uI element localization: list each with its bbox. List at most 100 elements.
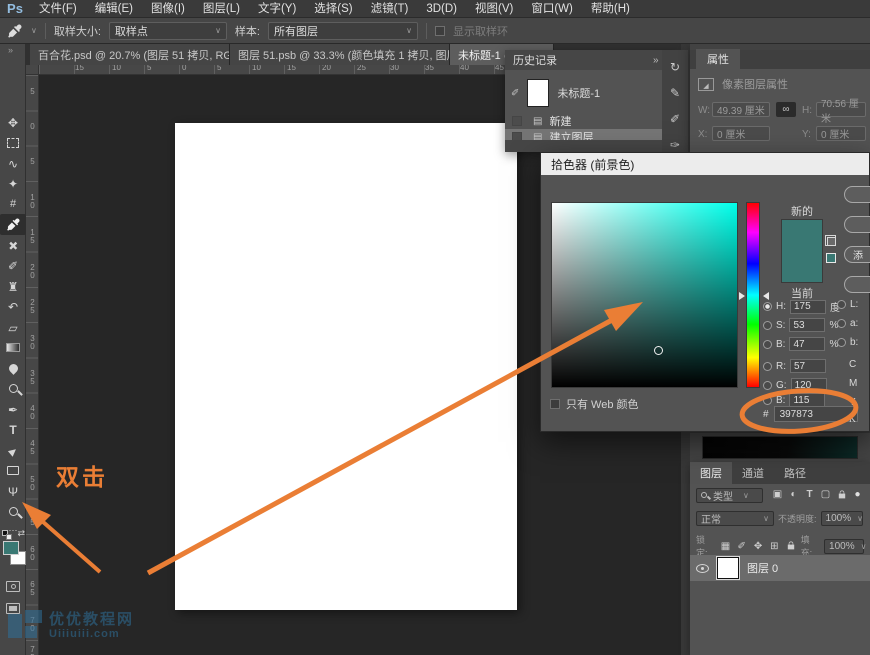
hand-tool[interactable]: Ψ: [0, 481, 26, 502]
pen-tool[interactable]: ✒: [0, 399, 26, 420]
sample-dropdown[interactable]: 所有图层 ∨: [268, 22, 418, 40]
g-radio[interactable]: [763, 381, 772, 390]
menu-window[interactable]: 窗口(W): [522, 0, 582, 18]
history-tab[interactable]: 历史记录: [513, 52, 557, 68]
filter-shape-layers-icon[interactable]: ▢: [819, 489, 832, 502]
tab-layers[interactable]: 图层: [690, 462, 732, 484]
lock-artboard-icon[interactable]: ⊞: [768, 541, 780, 552]
x-field[interactable]: 0 厘米: [712, 126, 770, 141]
add-to-swatches-button[interactable]: 添: [844, 246, 870, 263]
menu-type[interactable]: 文字(Y): [249, 0, 305, 18]
foreground-color-swatch[interactable]: [3, 541, 19, 555]
h-radio[interactable]: [763, 302, 772, 311]
color-field-marker[interactable]: [654, 346, 663, 355]
fill-field[interactable]: 100% ∨: [824, 539, 864, 554]
filter-pixel-layers-icon[interactable]: ▣: [771, 489, 784, 502]
history-source-checkbox[interactable]: [512, 116, 522, 126]
menu-image[interactable]: 图像(I): [142, 0, 194, 18]
move-tool[interactable]: ✥: [0, 112, 26, 133]
r-value-field[interactable]: 57: [790, 359, 826, 373]
cancel-button[interactable]: [844, 216, 870, 233]
r-radio[interactable]: [763, 362, 772, 371]
notes-dock-icon[interactable]: ✎: [670, 86, 680, 100]
blur-tool[interactable]: [0, 358, 26, 379]
document-tab-1[interactable]: 百合花.psd @ 20.7% (图层 51 拷贝, RGB/8... ×: [30, 44, 230, 65]
saturation-brightness-field[interactable]: [551, 202, 738, 388]
history-dock-icon[interactable]: ↻: [670, 60, 680, 74]
hue-slider[interactable]: [746, 202, 760, 388]
menu-file[interactable]: 文件(F): [30, 0, 86, 18]
tab-paths[interactable]: 路径: [774, 462, 816, 484]
s-radio[interactable]: [763, 321, 772, 330]
hue-slider-left-arrow-icon[interactable]: [739, 292, 745, 300]
b-value-field[interactable]: 47: [789, 337, 825, 351]
menu-view[interactable]: 视图(V): [466, 0, 522, 18]
healing-brush-tool[interactable]: ✚: [0, 235, 26, 256]
clone-stamp-tool[interactable]: ♜: [0, 276, 26, 297]
layer-row-0[interactable]: 图层 0: [690, 555, 870, 581]
link-dimensions-icon[interactable]: ∞: [776, 102, 796, 117]
marquee-tool[interactable]: [0, 132, 26, 153]
document-tab-2[interactable]: 图层 51.psb @ 33.3% (颜色填充 1 拷贝, 图层... ×: [230, 44, 450, 65]
layer-visibility-eye-icon[interactable]: [696, 564, 709, 573]
blue-radio[interactable]: [763, 396, 772, 405]
magic-wand-tool[interactable]: ✦: [0, 173, 26, 194]
document-canvas[interactable]: [175, 123, 517, 610]
y-field[interactable]: 0 厘米: [816, 126, 866, 141]
a-radio[interactable]: [837, 319, 846, 328]
filter-smart-objects-icon[interactable]: [835, 489, 848, 502]
menu-layer[interactable]: 图层(L): [194, 0, 249, 18]
web-only-checkbox[interactable]: [550, 399, 560, 409]
history-brush-tool[interactable]: ↶: [0, 296, 26, 317]
lock-all-icon[interactable]: [784, 540, 796, 553]
history-snapshot-row[interactable]: ✐ 未标题-1: [505, 74, 681, 112]
sample-size-dropdown[interactable]: 取样点 ∨: [109, 22, 227, 40]
layer-thumbnail[interactable]: [717, 557, 739, 579]
menu-help[interactable]: 帮助(H): [582, 0, 639, 18]
blue-value-field[interactable]: 115: [789, 393, 825, 407]
show-sampling-ring-checkbox[interactable]: [435, 26, 445, 36]
history-state-new[interactable]: ▤ 新建: [505, 113, 681, 129]
brushes-dock-icon[interactable]: ✐: [670, 112, 680, 126]
color-libraries-button[interactable]: [844, 276, 870, 293]
lab-b-radio[interactable]: [837, 338, 846, 347]
current-color-swatch[interactable]: [782, 251, 822, 282]
shape-tool[interactable]: [0, 460, 26, 481]
quick-mask-icon[interactable]: [6, 581, 20, 592]
ok-button[interactable]: [844, 186, 870, 203]
layer-filter-dropdown[interactable]: 类型 ∨: [696, 488, 763, 503]
brush-settings-dock-icon[interactable]: ✑: [670, 138, 680, 152]
crop-tool[interactable]: #: [0, 194, 26, 215]
g-value-field[interactable]: 120: [791, 378, 827, 392]
gradient-tool[interactable]: [0, 337, 26, 358]
eraser-tool[interactable]: ▱: [0, 317, 26, 338]
b-radio[interactable]: [763, 340, 772, 349]
tab-channels[interactable]: 通道: [732, 462, 774, 484]
type-tool[interactable]: T: [0, 419, 26, 440]
menu-select[interactable]: 选择(S): [305, 0, 361, 18]
menu-edit[interactable]: 编辑(E): [86, 0, 142, 18]
toolbar-collapse-icon[interactable]: »: [8, 45, 13, 55]
filter-adjustment-layers-icon[interactable]: ◐: [787, 489, 800, 502]
brush-tool[interactable]: ✐: [0, 255, 26, 276]
lasso-tool[interactable]: ∿: [0, 153, 26, 174]
width-field[interactable]: 49.39 厘米: [712, 102, 770, 117]
h-value-field[interactable]: 175: [790, 300, 826, 314]
hex-value-field[interactable]: 397873: [774, 406, 858, 422]
lock-paint-icon[interactable]: ✐: [736, 541, 748, 552]
lock-position-icon[interactable]: ✥: [752, 541, 764, 552]
zoom-tool[interactable]: [0, 501, 26, 522]
web-gamut-warning-cube-icon[interactable]: [827, 237, 836, 246]
height-field[interactable]: 70.56 厘米: [816, 102, 866, 117]
menu-3d[interactable]: 3D(D): [417, 0, 466, 18]
blend-mode-dropdown[interactable]: 正常 ∨: [696, 511, 774, 526]
dodge-tool[interactable]: [0, 378, 26, 399]
s-value-field[interactable]: 53: [789, 318, 825, 332]
filter-type-layers-icon[interactable]: T: [803, 489, 816, 502]
l-radio[interactable]: [837, 300, 846, 309]
opacity-field[interactable]: 100% ∨: [821, 511, 863, 526]
properties-tab[interactable]: 属性: [696, 49, 740, 69]
web-safe-color-swatch[interactable]: [826, 253, 836, 263]
swap-colors-icon[interactable]: ⇄: [17, 528, 25, 539]
panel-expand-icon[interactable]: »: [653, 55, 659, 66]
